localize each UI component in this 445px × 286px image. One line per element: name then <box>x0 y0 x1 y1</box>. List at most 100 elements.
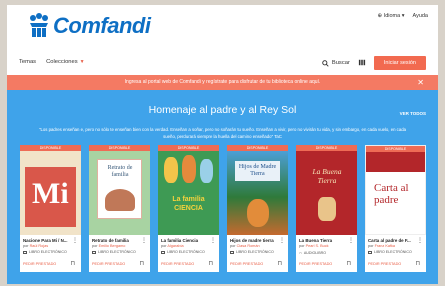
book-format: LIBRO ELECTRÓNICO <box>230 250 274 254</box>
book-author: por Emilio Bergamo <box>92 244 126 248</box>
chevron-down-icon: ▾ <box>401 13 405 19</box>
signin-button[interactable]: Iniciar sesión <box>373 56 426 70</box>
book-card[interactable]: DISPONIBLE Mi Nacione Para Mi / N... ⋮ p… <box>20 145 81 272</box>
nav-item-label: Temas <box>19 59 37 65</box>
language-selector[interactable]: ⊕ Idioma ▾ <box>378 13 405 19</box>
library-icon[interactable] <box>358 59 366 68</box>
bookmark-icon[interactable]: ⊓ <box>208 260 213 267</box>
author-link[interactable]: Algarabía <box>167 244 183 248</box>
book-author: por Raúl Rojas <box>23 244 49 248</box>
more-options-icon[interactable]: ⋮ <box>210 237 216 244</box>
chevron-down-icon: ▼ <box>79 59 85 65</box>
book-cover[interactable]: DISPONIBLE Carta al padre <box>365 145 426 235</box>
page: Comfandi ⊕ Idioma ▾ Ayuda Temas Coleccio… <box>7 5 438 284</box>
book-title[interactable]: Carta al padre de F... <box>368 238 418 243</box>
book-title[interactable]: Retrato de familia <box>92 238 142 243</box>
book-carousel: DISPONIBLE Mi Nacione Para Mi / N... ⋮ p… <box>20 145 426 272</box>
book-cover[interactable]: DISPONIBLE Mi <box>20 145 81 235</box>
bookmark-icon[interactable]: ⊓ <box>277 260 282 267</box>
borrow-button[interactable]: PEDIR PRESTADO <box>23 262 56 266</box>
borrow-button[interactable]: PEDIR PRESTADO <box>92 262 125 266</box>
nav-item-colecciones[interactable]: Colecciones ▼ <box>46 59 85 65</box>
book-format: LIBRO ELECTRÓNICO <box>92 250 136 254</box>
book-author: por Ciasa Román <box>230 244 260 248</box>
banner-text[interactable]: Ingresa al portal web de Comfandi y regí… <box>125 79 321 85</box>
more-options-icon[interactable]: ⋮ <box>279 237 285 244</box>
ebook-icon <box>92 250 96 254</box>
globe-icon: ⊕ <box>377 13 383 19</box>
book-format: LIBRO ELECTRÓNICO <box>23 250 67 254</box>
nav-actions: Buscar Iniciar sesión <box>322 56 426 70</box>
author-link[interactable]: Emilio Bergamo <box>99 244 126 248</box>
see-all-link[interactable]: VER TODOS <box>400 111 426 116</box>
borrow-button[interactable]: PEDIR PRESTADO <box>161 262 194 266</box>
more-options-icon[interactable]: ⋮ <box>348 237 354 244</box>
ebook-icon <box>368 250 372 254</box>
search-icon <box>322 59 329 67</box>
top-right-links: ⊕ Idioma ▾ Ayuda <box>378 13 428 19</box>
book-format: ∩ AUDIOLIBRO <box>299 250 327 255</box>
logo-text: Comfandi <box>53 13 151 38</box>
nav-bar: Temas Colecciones ▼ Buscar Iniciar sesió… <box>7 55 438 73</box>
author-link[interactable]: Pearl S. Buck <box>306 244 329 248</box>
more-options-icon[interactable]: ⋮ <box>417 237 423 244</box>
book-title[interactable]: Hijos de madre tierra <box>230 238 280 243</box>
status-badge: DISPONIBLE <box>158 145 219 151</box>
info-banner: Ingresa al portal web de Comfandi y regí… <box>7 75 438 90</box>
help-link[interactable]: Ayuda <box>413 13 429 19</box>
bookmark-icon[interactable]: ⊓ <box>415 260 420 267</box>
cover-text: La familia CIENCIA <box>172 196 205 212</box>
status-badge: DISPONIBLE <box>20 145 81 151</box>
more-options-icon[interactable]: ⋮ <box>72 237 78 244</box>
search-label: Buscar <box>331 60 350 66</box>
book-author: por Franz Kafka <box>368 244 396 248</box>
cover-text: Hijos de Madre Tierra <box>235 161 280 181</box>
status-badge: DISPONIBLE <box>227 145 288 151</box>
collection-title: Homenaje al padre y al Rey Sol <box>148 104 297 116</box>
book-card[interactable]: DISPONIBLE La Buena Tierra La Buena Tier… <box>296 145 357 272</box>
ebook-icon <box>161 250 165 254</box>
book-title[interactable]: La Buena Tierra <box>299 238 349 243</box>
cover-text: Mi <box>32 177 69 210</box>
nav-item-temas[interactable]: Temas <box>19 59 36 65</box>
book-title[interactable]: La familia Ciencia <box>161 238 211 243</box>
bookmark-icon[interactable]: ⊓ <box>70 260 75 267</box>
book-card[interactable]: DISPONIBLE Hijos de Madre Tierra Hijos d… <box>227 145 288 272</box>
book-format: LIBRO ELECTRÓNICO <box>161 250 205 254</box>
borrow-button[interactable]: PEDIR PRESTADO <box>368 262 401 266</box>
bookmark-icon[interactable]: ⊓ <box>139 260 144 267</box>
book-cover[interactable]: DISPONIBLE La Buena Tierra <box>296 145 357 235</box>
status-badge: DISPONIBLE <box>296 145 357 151</box>
bookmark-icon[interactable]: ⊓ <box>346 260 351 267</box>
headphones-icon: ∩ <box>299 250 302 255</box>
book-format: LIBRO ELECTRÓNICO <box>368 250 412 254</box>
status-badge: DISPONIBLE <box>89 145 150 151</box>
author-link[interactable]: Franz Kafka <box>375 244 395 248</box>
nav-item-label: Colecciones <box>46 59 78 65</box>
collection-description: "Los padres enseñan e, pero no sólo te e… <box>38 127 406 139</box>
nav-menu: Temas Colecciones ▼ <box>19 59 85 65</box>
search-button[interactable]: Buscar <box>322 59 350 67</box>
book-cover[interactable]: DISPONIBLE Hijos de Madre Tierra <box>227 145 288 235</box>
book-card[interactable]: DISPONIBLE La familia CIENCIA La familia… <box>158 145 219 272</box>
more-options-icon[interactable]: ⋮ <box>141 237 147 244</box>
close-icon[interactable]: ✕ <box>417 75 424 90</box>
book-title[interactable]: Nacione Para Mi / N... <box>23 238 73 243</box>
collection-section: Homenaje al padre y al Rey Sol VER TODOS… <box>7 90 438 284</box>
ebook-icon <box>23 250 27 254</box>
book-card[interactable]: DISPONIBLE Carta al padre Carta al padre… <box>365 145 426 272</box>
borrow-button[interactable]: PEDIR PRESTADO <box>299 262 332 266</box>
comfandi-logo-icon <box>27 13 51 39</box>
ebook-icon <box>230 250 234 254</box>
top-bar: Comfandi ⊕ Idioma ▾ Ayuda <box>7 5 438 55</box>
author-link[interactable]: Ciasa Román <box>237 244 260 248</box>
cover-text: La Buena Tierra <box>312 167 342 185</box>
logo[interactable]: Comfandi <box>27 13 151 39</box>
book-cover[interactable]: DISPONIBLE La familia CIENCIA <box>158 145 219 235</box>
book-card[interactable]: DISPONIBLE Retrato de familia Retrato de… <box>89 145 150 272</box>
book-cover[interactable]: DISPONIBLE Retrato de familia <box>89 145 150 235</box>
cover-text: Carta al padre <box>374 182 409 206</box>
status-badge: DISPONIBLE <box>366 146 425 152</box>
author-link[interactable]: Raúl Rojas <box>30 244 49 248</box>
borrow-button[interactable]: PEDIR PRESTADO <box>230 262 263 266</box>
